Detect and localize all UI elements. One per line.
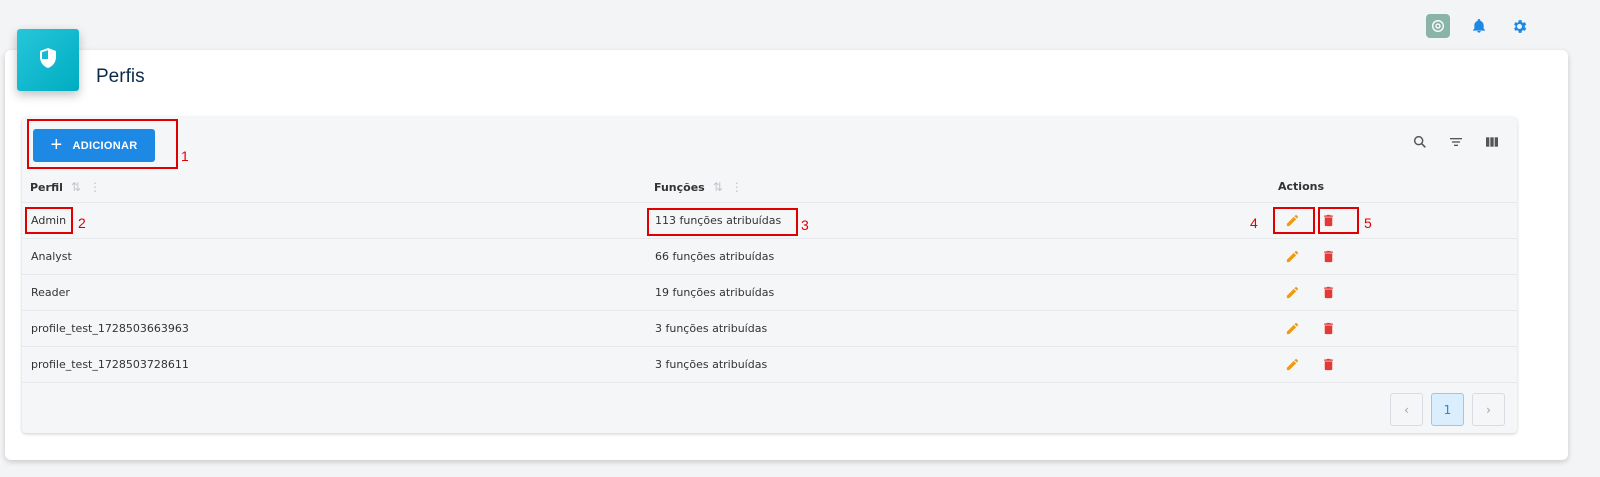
annotation-number: 2 (78, 215, 86, 231)
table-row[interactable]: Analyst 66 funções atribuídas (22, 239, 1517, 275)
row-actions (1284, 356, 1336, 372)
column-header-perfil[interactable]: Perfil ⇅ ⋮ (30, 180, 101, 194)
cell-perfil: Reader (31, 286, 70, 299)
cell-perfil: Analyst (31, 250, 72, 263)
shield-icon (36, 46, 60, 74)
search-icon[interactable] (1411, 133, 1429, 151)
gear-icon[interactable] (1508, 15, 1530, 37)
prev-page-button[interactable]: ‹ (1390, 393, 1423, 426)
row-actions (1284, 284, 1336, 300)
cell-funcoes: 3 funções atribuídas (655, 358, 768, 371)
sort-icon[interactable]: ⇅ (713, 180, 723, 194)
main-card: Perfis + ADICIONAR Perfil ⇅ ⋮ Funções ⇅ … (5, 50, 1568, 460)
edit-pencil-icon[interactable] (1284, 248, 1300, 264)
cell-funcoes: 19 funções atribuídas (655, 286, 775, 299)
table-row[interactable]: profile_test_1728503663963 3 funções atr… (22, 311, 1517, 347)
sort-icon[interactable]: ⇅ (71, 180, 81, 194)
more-vertical-icon[interactable]: ⋮ (731, 180, 743, 194)
annotation-box-edit (1273, 207, 1315, 234)
annotation-number: 3 (801, 217, 809, 233)
current-page-button[interactable]: 1 (1431, 393, 1464, 426)
table-row[interactable]: profile_test_1728503728611 3 funções atr… (22, 347, 1517, 383)
annotation-box-add (27, 119, 178, 169)
annotation-number: 1 (181, 148, 189, 164)
filter-icon[interactable] (1447, 133, 1465, 151)
delete-trash-icon[interactable] (1320, 320, 1336, 336)
annotation-number: 4 (1250, 215, 1258, 231)
table-toolbar (1411, 133, 1501, 151)
annotation-box-delete (1318, 207, 1359, 234)
delete-trash-icon[interactable] (1320, 248, 1336, 264)
next-page-button[interactable]: › (1472, 393, 1505, 426)
top-toolbar (1426, 14, 1530, 38)
column-header-actions: Actions (1278, 180, 1324, 193)
cell-funcoes: 66 funções atribuídas (655, 250, 775, 263)
columns-icon[interactable] (1483, 133, 1501, 151)
edit-pencil-icon[interactable] (1284, 284, 1300, 300)
column-label: Perfil (30, 180, 63, 194)
page-badge (17, 29, 79, 91)
column-label: Actions (1278, 180, 1324, 193)
annotation-box-perfil (25, 207, 73, 234)
bell-icon[interactable] (1468, 15, 1490, 37)
row-actions (1284, 320, 1336, 336)
column-header-funcoes[interactable]: Funções ⇅ ⋮ (654, 180, 743, 194)
page-title: Perfis (96, 66, 145, 87)
delete-trash-icon[interactable] (1320, 356, 1336, 372)
table-row[interactable]: Reader 19 funções atribuídas (22, 275, 1517, 311)
delete-trash-icon[interactable] (1320, 284, 1336, 300)
row-actions (1284, 248, 1336, 264)
pagination: ‹ 1 › (1390, 393, 1505, 426)
cell-perfil: profile_test_1728503663963 (31, 322, 189, 335)
more-vertical-icon[interactable]: ⋮ (89, 180, 101, 194)
table-panel: + ADICIONAR Perfil ⇅ ⋮ Funções ⇅ ⋮ Actio… (22, 117, 1517, 433)
cell-funcoes: 3 funções atribuídas (655, 322, 768, 335)
edit-pencil-icon[interactable] (1284, 356, 1300, 372)
edit-pencil-icon[interactable] (1284, 320, 1300, 336)
cell-perfil: profile_test_1728503728611 (31, 358, 189, 371)
chatgpt-icon[interactable] (1426, 14, 1450, 38)
annotation-number: 5 (1364, 215, 1372, 231)
column-label: Funções (654, 180, 705, 194)
annotation-box-funcoes (647, 208, 798, 236)
table-header: Perfil ⇅ ⋮ Funções ⇅ ⋮ Actions (22, 175, 1517, 203)
